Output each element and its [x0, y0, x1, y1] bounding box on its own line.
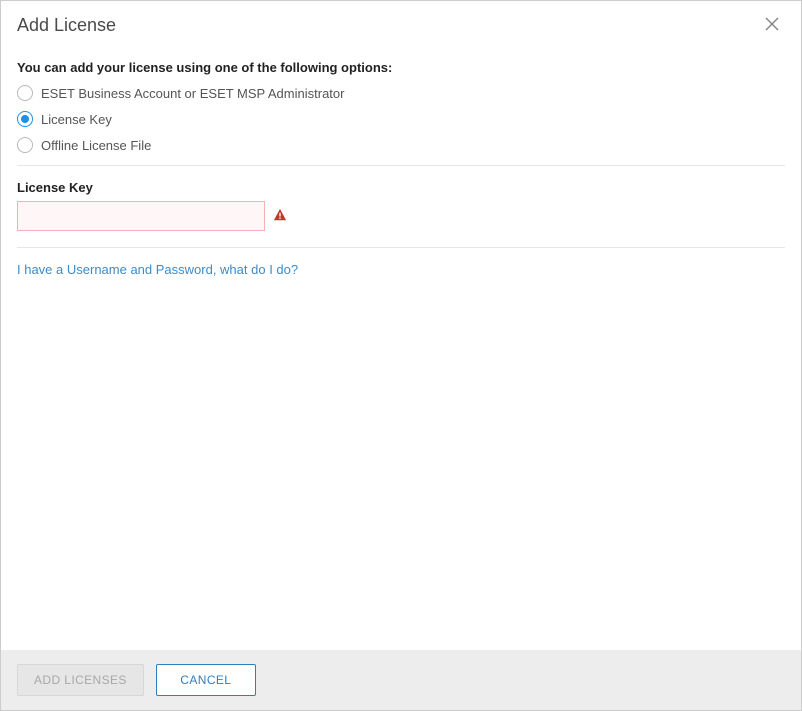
- intro-text: You can add your license using one of th…: [17, 60, 785, 75]
- section-divider: [17, 165, 785, 166]
- option-label: ESET Business Account or ESET MSP Admini…: [41, 86, 344, 101]
- close-button[interactable]: [761, 13, 783, 38]
- license-option-group: ESET Business Account or ESET MSP Admini…: [17, 85, 785, 153]
- section-divider: [17, 247, 785, 248]
- option-label: Offline License File: [41, 138, 151, 153]
- license-key-label: License Key: [17, 180, 785, 195]
- dialog-title: Add License: [17, 15, 116, 36]
- radio-icon: [17, 137, 33, 153]
- license-key-input[interactable]: [17, 201, 265, 231]
- license-key-row: [17, 201, 785, 231]
- add-license-dialog: Add License You can add your license usi…: [0, 0, 802, 711]
- option-label: License Key: [41, 112, 112, 127]
- radio-icon: [17, 111, 33, 127]
- help-link[interactable]: I have a Username and Password, what do …: [17, 262, 298, 277]
- cancel-button[interactable]: CANCEL: [156, 664, 256, 696]
- radio-icon: [17, 85, 33, 101]
- warning-icon: [273, 208, 287, 225]
- option-offline-file[interactable]: Offline License File: [17, 137, 785, 153]
- dialog-footer: ADD LICENSES CANCEL: [1, 650, 801, 710]
- option-eset-account[interactable]: ESET Business Account or ESET MSP Admini…: [17, 85, 785, 101]
- option-license-key[interactable]: License Key: [17, 111, 785, 127]
- dialog-header: Add License: [1, 1, 801, 46]
- dialog-body: You can add your license using one of th…: [1, 46, 801, 650]
- add-licenses-button[interactable]: ADD LICENSES: [17, 664, 144, 696]
- close-icon: [765, 19, 779, 34]
